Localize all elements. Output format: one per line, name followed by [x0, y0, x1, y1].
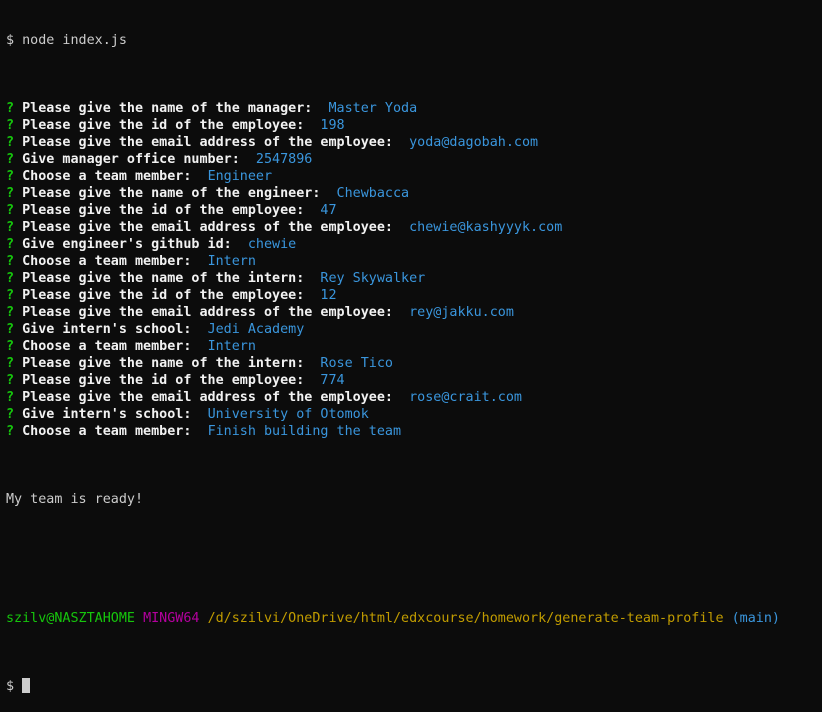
question-mark-icon: ?: [6, 135, 15, 150]
prompt-answer: Rey Skywalker: [320, 271, 426, 286]
shell-prompt: szilv@NASZTAHOME MINGW64 /d/szilvi/OneDr…: [6, 610, 822, 627]
prompt-answer: Rose Tico: [320, 356, 393, 371]
prompt-answer-line: ? Please give the id of the employee: 77…: [6, 372, 822, 389]
prompt-answer-line: ? Please give the name of the engineer: …: [6, 185, 822, 202]
command-text: node index.js: [22, 33, 127, 48]
prompt-answer: 2547896: [255, 152, 313, 167]
prompt-question: Choose a team member:: [22, 424, 192, 439]
prompt-question: Please give the email address of the emp…: [22, 220, 393, 235]
prompt-question: Please give the email address of the emp…: [22, 305, 393, 320]
question-mark-icon: ?: [6, 254, 15, 269]
prompt-answer-line: ? Please give the email address of the e…: [6, 304, 822, 321]
prompt-answer-line: ? Give engineer's github id: chewie: [6, 236, 822, 253]
prompt-question: Please give the email address of the emp…: [22, 390, 393, 405]
question-mark-icon: ?: [6, 237, 15, 252]
prompt-answer: rose@crait.com: [409, 390, 522, 405]
prompt-answer-line: ? Give intern's school: Jedi Academy: [6, 321, 822, 338]
prompt-question: Give engineer's github id:: [22, 237, 232, 252]
prompt-question: Please give the email address of the emp…: [22, 135, 393, 150]
working-directory: /d/szilvi/OneDrive/html/edxcourse/homewo…: [207, 611, 724, 626]
prompt-question: Please give the name of the intern:: [22, 356, 305, 371]
git-branch: (main): [731, 611, 780, 626]
prompt-answer: 47: [320, 203, 337, 218]
prompt-answer: yoda@dagobah.com: [409, 135, 539, 150]
prompt-answer: University of Otomok: [207, 407, 369, 422]
prompt-question: Choose a team member:: [22, 339, 192, 354]
prompt-answer: 774: [320, 373, 345, 388]
question-mark-icon: ?: [6, 186, 15, 201]
prompt-answer: 198: [320, 118, 345, 133]
question-mark-icon: ?: [6, 288, 15, 303]
question-mark-icon: ?: [6, 101, 15, 116]
question-mark-icon: ?: [6, 271, 15, 286]
prompt-answer-line: ? Choose a team member: Engineer: [6, 168, 822, 185]
question-mark-icon: ?: [6, 203, 15, 218]
prompt-answer-line: ? Please give the id of the employee: 12: [6, 287, 822, 304]
prompt-answer-line: ? Give manager office number: 2547896: [6, 151, 822, 168]
question-mark-icon: ?: [6, 407, 15, 422]
input-line[interactable]: $: [6, 678, 822, 695]
prompt-answer: 12: [320, 288, 337, 303]
user-host: szilv@NASZTAHOME: [6, 611, 135, 626]
prompt-question: Please give the id of the employee:: [22, 373, 305, 388]
question-mark-icon: ?: [6, 339, 15, 354]
shell-name: MINGW64: [143, 611, 200, 626]
prompt-question: Choose a team member:: [22, 254, 192, 269]
prompt-question: Please give the name of the intern:: [22, 271, 305, 286]
prompt-question: Please give the name of the engineer:: [22, 186, 321, 201]
prompt-answer-line: ? Choose a team member: Finish building …: [6, 423, 822, 440]
prompt-answer: rey@jakku.com: [409, 305, 514, 320]
prompt-answer-line: ? Give intern's school: University of Ot…: [6, 406, 822, 423]
question-mark-icon: ?: [6, 169, 15, 184]
question-mark-icon: ?: [6, 305, 15, 320]
prompt-answer-line: ? Please give the id of the employee: 47: [6, 202, 822, 219]
prompt-question: Give intern's school:: [22, 322, 192, 337]
question-mark-icon: ?: [6, 118, 15, 133]
question-mark-icon: ?: [6, 356, 15, 371]
prompt-answer-line: ? Please give the name of the manager: M…: [6, 100, 822, 117]
terminal-output[interactable]: $ node index.js ? Please give the name o…: [6, 0, 822, 694]
input-prompt-symbol: $: [6, 679, 15, 694]
prompt-question: Please give the id of the employee:: [22, 118, 305, 133]
prompt-answer: Intern: [207, 254, 256, 269]
prompt-answer-line: ? Please give the email address of the e…: [6, 389, 822, 406]
prompt-question: Give manager office number:: [22, 152, 240, 167]
prompt-answer: chewie: [247, 237, 297, 252]
prompt-answer: Engineer: [207, 169, 273, 184]
prompt-answer-line: ? Choose a team member: Intern: [6, 338, 822, 355]
question-mark-icon: ?: [6, 373, 15, 388]
question-mark-icon: ?: [6, 152, 15, 167]
question-mark-icon: ?: [6, 322, 15, 337]
prompt-answer: chewie@kashyyyk.com: [409, 220, 563, 235]
prompt-answer: Jedi Academy: [207, 322, 305, 337]
prompt-question: Choose a team member:: [22, 169, 192, 184]
question-mark-icon: ?: [6, 424, 15, 439]
prompt-answer: Chewbacca: [336, 186, 410, 201]
prompt-answer-line: ? Please give the email address of the e…: [6, 219, 822, 236]
text-cursor[interactable]: [22, 678, 31, 693]
prompt-answer-line: ? Please give the email address of the e…: [6, 134, 822, 151]
prompt-answer: Intern: [207, 339, 256, 354]
prompt-question: Please give the name of the manager:: [22, 101, 313, 116]
prompt-symbol: $: [6, 33, 15, 48]
prompt-question: Give intern's school:: [22, 407, 192, 422]
question-mark-icon: ?: [6, 220, 15, 235]
prompt-answer: Finish building the team: [207, 424, 402, 439]
done-message: My team is ready!: [6, 492, 144, 507]
prompt-answer-list: ? Please give the name of the manager: M…: [6, 100, 822, 440]
prompt-question: Please give the id of the employee:: [22, 288, 305, 303]
prompt-answer-line: ? Please give the name of the intern: Re…: [6, 270, 822, 287]
prompt-answer-line: ? Please give the id of the employee: 19…: [6, 117, 822, 134]
command-line: $ node index.js: [6, 32, 822, 49]
prompt-answer: Master Yoda: [328, 101, 418, 116]
prompt-question: Please give the id of the employee:: [22, 203, 305, 218]
prompt-answer-line: ? Choose a team member: Intern: [6, 253, 822, 270]
question-mark-icon: ?: [6, 390, 15, 405]
prompt-answer-line: ? Please give the name of the intern: Ro…: [6, 355, 822, 372]
